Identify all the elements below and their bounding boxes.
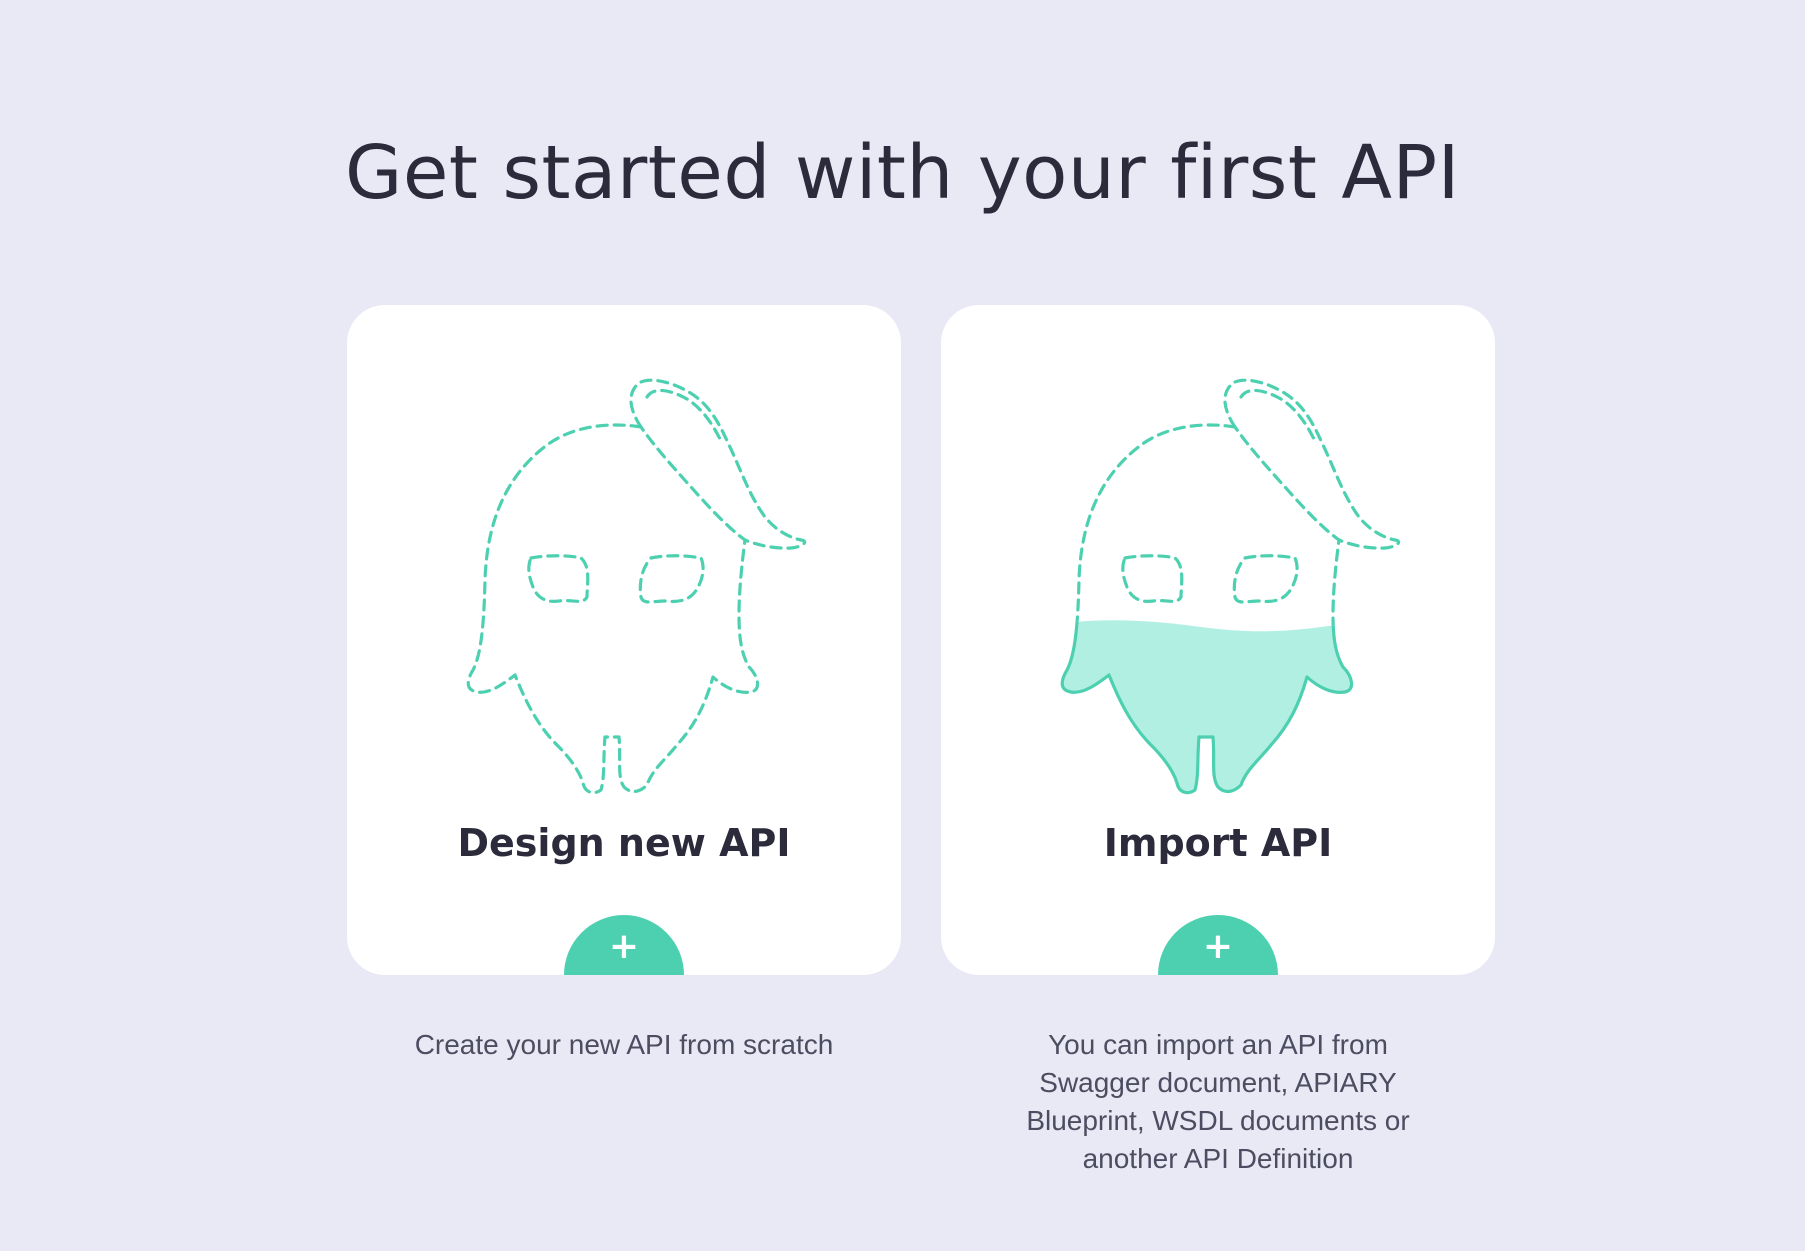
design-new-api-card[interactable]: Design new API + (347, 305, 901, 975)
page-title: Get started with your first API (345, 130, 1460, 216)
mascot-dashed-outline-icon (466, 378, 807, 795)
import-api-description: You can import an API from Swagger docum… (1026, 1029, 1410, 1174)
add-import-api-button[interactable]: + (1158, 915, 1278, 975)
card-title: Design new API (457, 821, 791, 865)
plus-icon: + (1202, 926, 1234, 967)
add-design-api-button[interactable]: + (564, 915, 684, 975)
card-title: Import API (1103, 821, 1333, 865)
plus-icon: + (608, 926, 640, 967)
mascot-half-filled-icon (1060, 378, 1401, 795)
design-api-description: Create your new API from scratch (414, 1029, 834, 1060)
import-api-card[interactable]: Import API + (941, 305, 1495, 975)
